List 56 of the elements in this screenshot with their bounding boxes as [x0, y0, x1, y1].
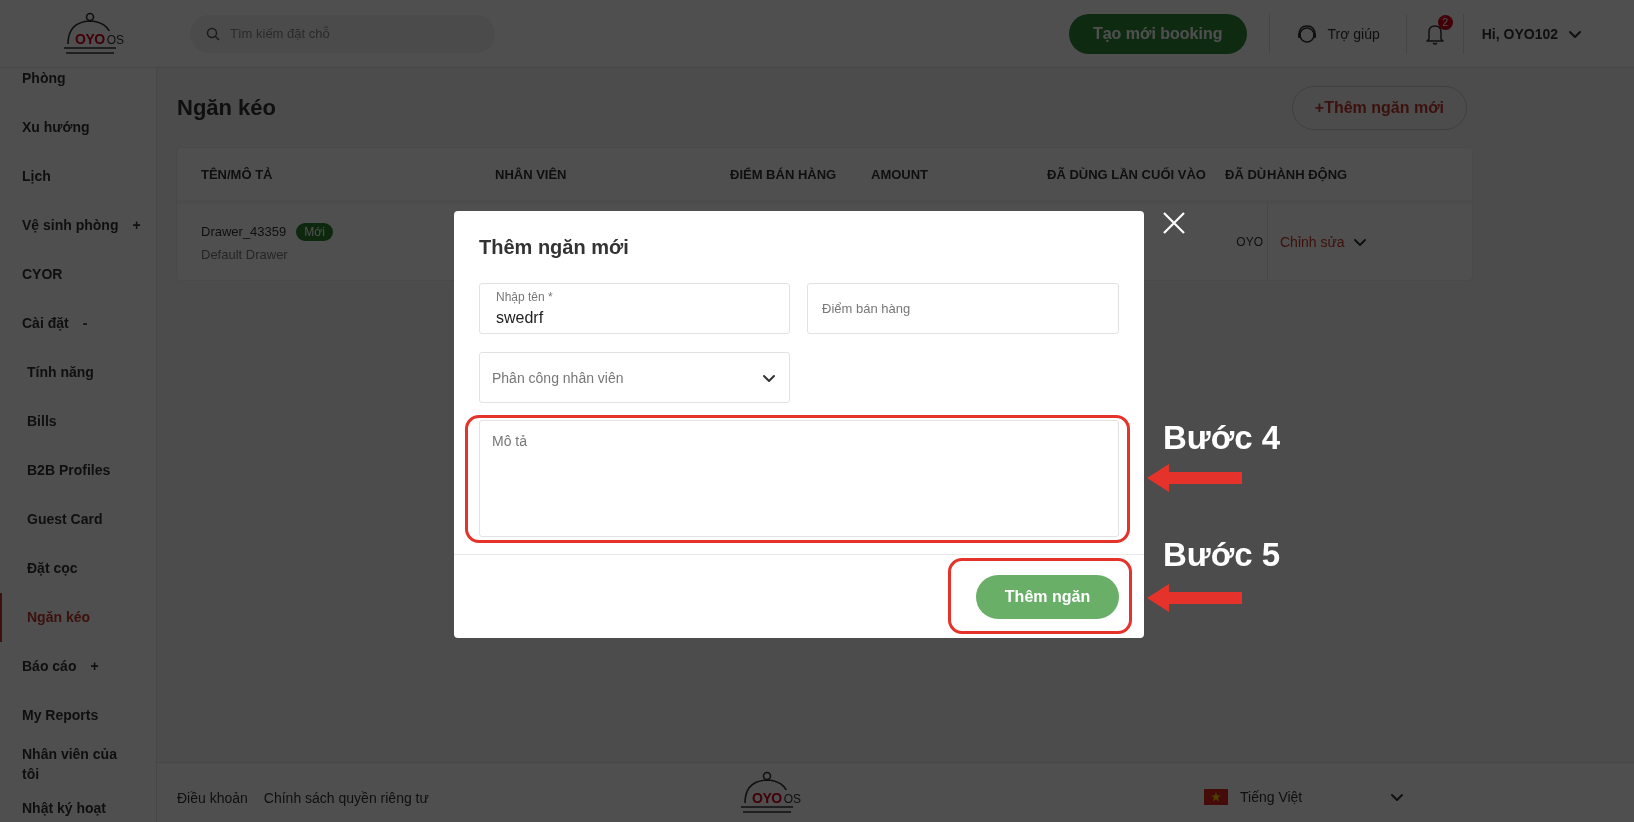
sidebar-item[interactable]: Đặt cọc [27, 557, 78, 580]
step-label: Bước 4 [1163, 419, 1281, 457]
notification-badge: 2 [1437, 14, 1453, 30]
column-header: NHÂN VIÊN [495, 166, 568, 182]
step-label: Bước 5 [1163, 536, 1281, 574]
brand-name: OYO [75, 30, 105, 47]
sidebar-item[interactable]: Cài đặt [22, 312, 69, 335]
flag-icon [1204, 788, 1228, 805]
headset-icon[interactable] [1295, 22, 1318, 45]
page-title: Ngăn kéo [177, 95, 277, 121]
sidebar-item[interactable]: CYOR [22, 263, 63, 286]
footer-link[interactable]: Chính sách quyền riêng tư [263, 789, 429, 806]
sidebar-item[interactable]: Vệ sinh phòng [22, 214, 119, 237]
field-label: Nhập tên * [496, 290, 553, 304]
brand-name: OYO [752, 789, 782, 806]
sidebar-item[interactable]: Lịch [22, 165, 51, 188]
expand-toggle[interactable]: - [82, 312, 88, 335]
column-header: HÀNH ĐỘNG [1267, 166, 1349, 182]
staff-dropdown[interactable]: Phân công nhân viên [479, 352, 790, 403]
search-icon [206, 26, 220, 41]
dialog-title: Thêm ngăn mới [479, 235, 630, 259]
sidebar-item[interactable]: Nhật ký hoạt [22, 797, 106, 820]
column-header: ĐÃ DÙ [1225, 166, 1267, 182]
sidebar-item[interactable]: Phòng [22, 68, 66, 90]
sidebar-item[interactable]: Guest Card [27, 508, 103, 531]
description-field[interactable]: Mô tả [479, 420, 1119, 537]
sidebar-item[interactable]: My Reports [22, 704, 99, 727]
sidebar-item[interactable]: Báo cáo [22, 655, 77, 678]
edit-action[interactable]: Chỉnh sửa [1280, 234, 1367, 250]
column-header: AMOUNT [871, 166, 930, 182]
sidebar-item[interactable]: Ngăn kéo [27, 606, 90, 629]
drawer-name: Drawer_43359 [201, 224, 287, 239]
footer-link[interactable]: Điều khoản [177, 789, 248, 806]
brand-suffix: OS [106, 32, 124, 47]
language-selector[interactable]: Tiếng Việt [1204, 788, 1404, 805]
status-badge: Mới [296, 222, 333, 241]
expand-toggle[interactable]: + [132, 214, 141, 237]
expand-toggle[interactable]: + [90, 655, 99, 678]
column-header: ĐÃ DÙNG LẦN CUỐI VÀO [1047, 166, 1207, 182]
sidebar-item[interactable]: Tính năng [27, 361, 94, 384]
close-icon[interactable] [1162, 211, 1186, 235]
sidebar-item[interactable]: Xu hướng [22, 116, 90, 139]
bell-icon[interactable] [1424, 22, 1445, 45]
input-field[interactable]: Điểm bán hàng [807, 283, 1119, 334]
sidebar-item[interactable]: B2B Profiles [27, 459, 111, 482]
create-booking-button[interactable]: Tạo mới booking [1068, 13, 1247, 54]
table-cell-text: OYO [1235, 235, 1264, 249]
chevron-down-icon [1352, 236, 1367, 248]
sidebar-item[interactable]: Bills [27, 410, 57, 433]
user-menu[interactable]: Hi, OYO102 [1481, 25, 1582, 42]
sidebar-item[interactable]: Nhân viên của tôi [22, 744, 132, 784]
add-drawer-button[interactable]: Thêm ngăn [976, 574, 1119, 619]
column-header: ĐIỂM BÁN HÀNG [730, 166, 838, 182]
column-header: TÊN/MÔ TẢ [201, 166, 274, 182]
help-link[interactable]: Trợ giúp [1295, 22, 1380, 45]
brand-suffix: OS [783, 791, 801, 806]
